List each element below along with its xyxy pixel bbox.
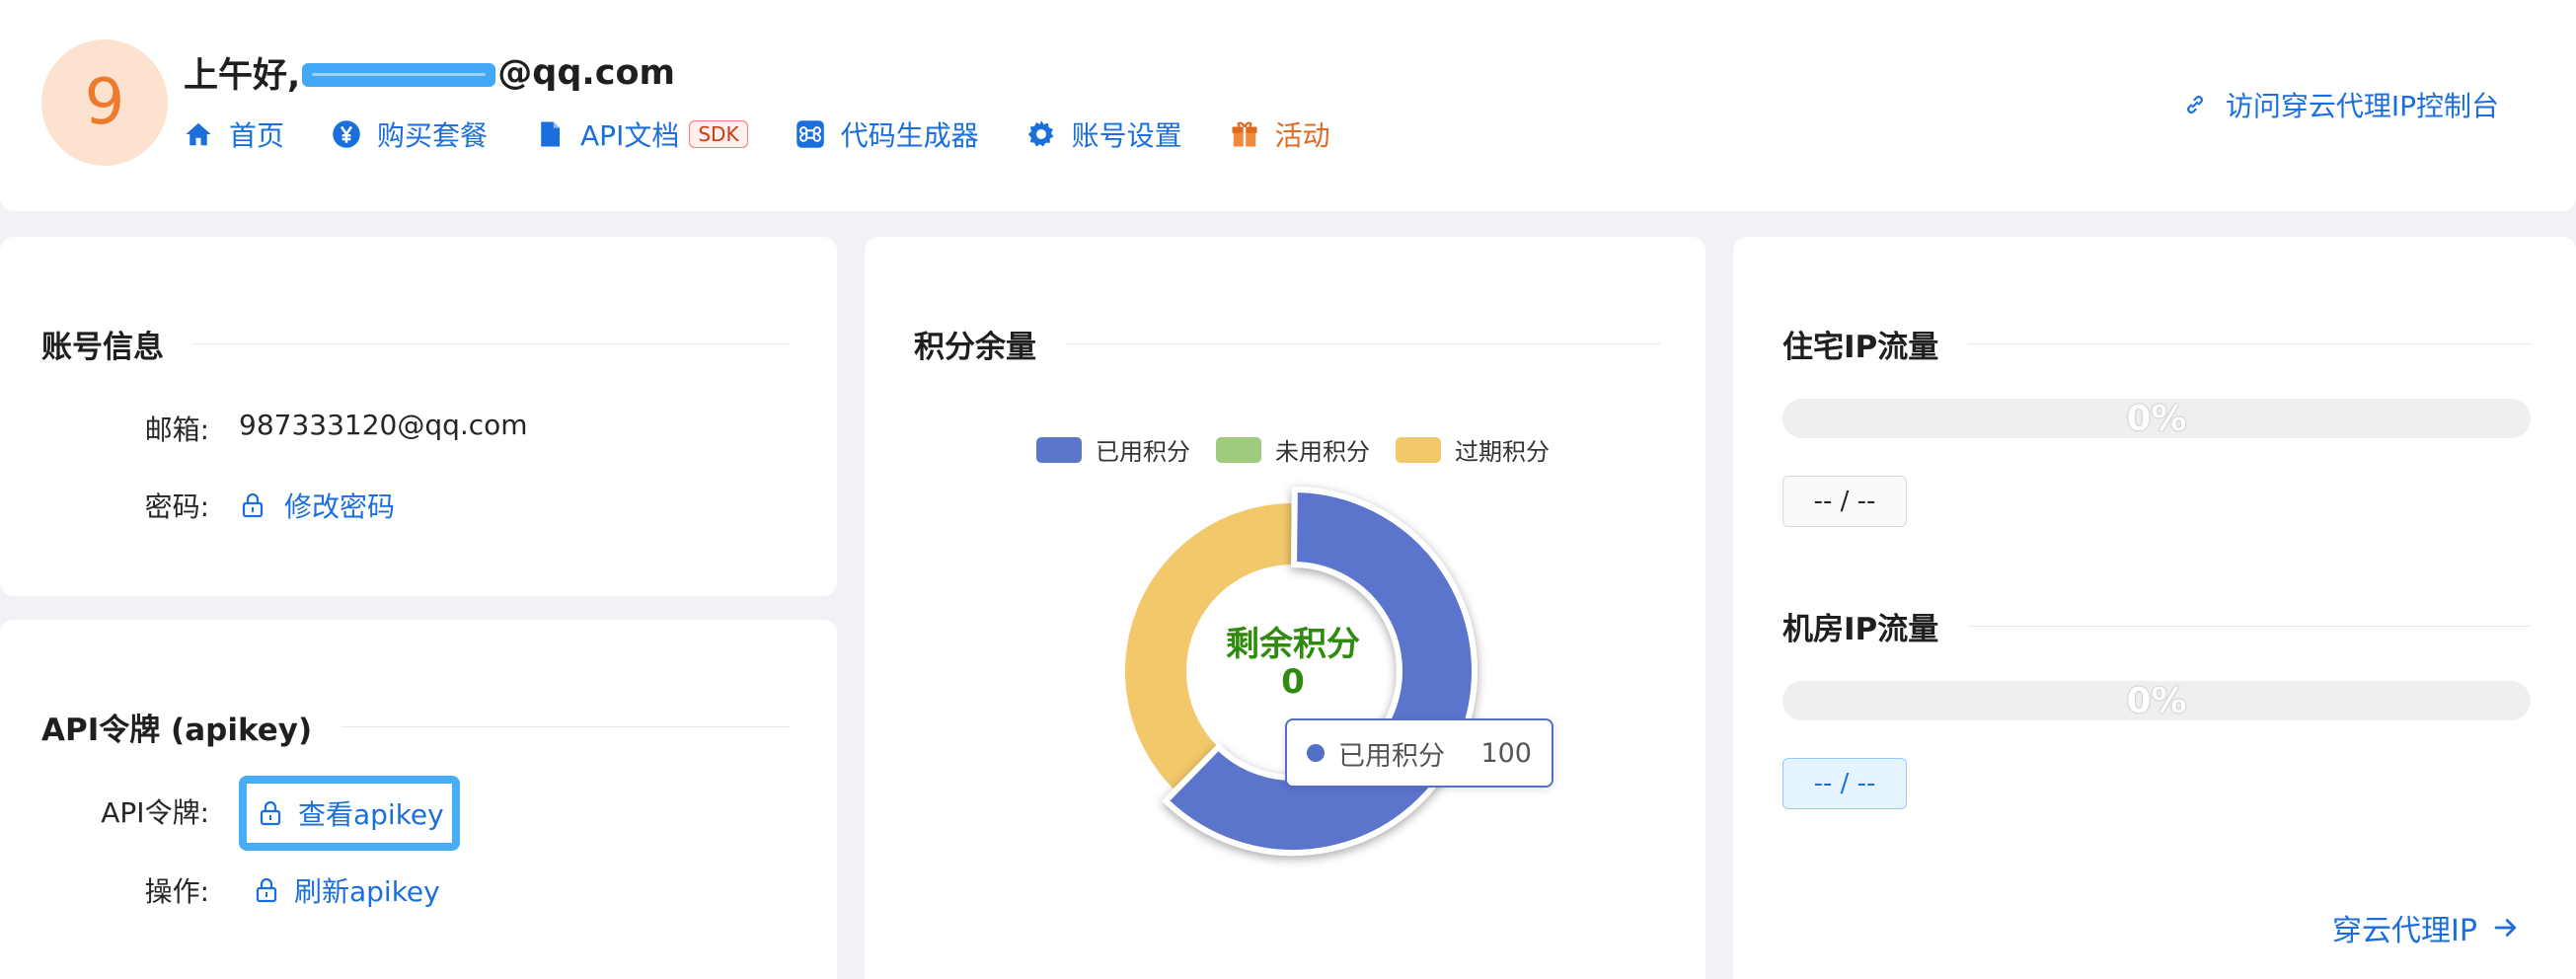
account-info-title: 账号信息 [41,322,790,366]
remaining-credits-value: 0 [1281,662,1305,702]
donut-center: 剩余积分 0 [1145,626,1441,701]
chart-legend: 已用积分 未用积分 过期积分 [1036,432,1575,467]
tooltip-label: 已用积分 [1338,740,1445,772]
apikey-title: API令牌 (apikey) [41,705,790,749]
password-label: 密码: [144,490,209,523]
nav-buy-plan[interactable]: 购买套餐 [332,114,488,154]
arrow-right-icon [2494,919,2517,937]
nav-label: 代码生成器 [840,119,979,152]
yen-icon [333,120,360,148]
datacenter-progress-text: 0% [2126,680,2187,721]
gear-icon [1027,120,1054,147]
home-icon [186,122,211,146]
datacenter-traffic-title-text: 机房IP流量 [1782,612,1939,647]
greeting: 上午好, @qq.com [184,47,675,98]
proxy-ip-link-label: 穿云代理IP [2332,914,2477,948]
legend-item-used[interactable]: 已用积分 [1036,432,1190,467]
legend-label: 已用积分 [1096,438,1190,466]
apikey-title-text: API令牌 (apikey) [41,713,313,748]
change-password-link[interactable]: 修改密码 [241,486,395,525]
datacenter-progress-bar: 0% [1782,680,2531,721]
nav-activity[interactable]: 活动 [1230,114,1330,154]
avatar[interactable]: 9 [41,39,168,166]
change-password-label: 修改密码 [284,490,396,523]
nav-home[interactable]: 首页 [184,114,284,154]
refresh-apikey-link[interactable]: 刷新apikey [255,870,440,910]
gift-icon [1232,121,1257,147]
residential-traffic-title-text: 住宅IP流量 [1782,330,1939,365]
nav-label: 首页 [229,119,285,152]
operation-label: 操作: [144,875,209,908]
lock-icon [260,800,281,826]
legend-item-expired[interactable]: 过期积分 [1396,432,1550,467]
remaining-credits-label: 剩余积分 [1226,625,1360,664]
proxy-ip-link[interactable]: 穿云代理IP [2332,906,2521,949]
nav-code-generator[interactable]: 代码生成器 [796,114,979,154]
nav-label: 购买套餐 [377,119,489,152]
lock-icon [256,877,277,903]
email-label: 邮箱: [144,414,209,446]
greeting-suffix: @qq.com [497,52,675,93]
command-icon [796,120,824,148]
nav-account-settings[interactable]: 账号设置 [1026,114,1182,154]
credits-title: 积分余量 [914,322,1660,366]
residential-progress-text: 0% [2126,398,2187,439]
datacenter-traffic-title: 机房IP流量 [1782,604,2531,648]
console-link-label: 访问穿云代理IP控制台 [2225,90,2499,122]
legend-label: 过期积分 [1455,438,1550,466]
nav-api-docs[interactable]: API文档 SDK [535,114,748,154]
legend-label: 未用积分 [1275,438,1370,466]
legend-swatch [1396,436,1441,463]
console-link[interactable]: 访问穿云代理IP控制台 [2182,85,2499,124]
doc-icon [541,121,561,147]
nav-label: 活动 [1274,119,1330,152]
legend-swatch [1036,436,1082,463]
chart-tooltip: 已用积分 100 [1285,718,1553,788]
redacted-email-mark [302,62,496,87]
tooltip-dot [1307,744,1325,762]
apikey-label: API令牌: [101,796,209,829]
nav-label: 账号设置 [1071,119,1182,152]
lock-icon [242,492,264,518]
legend-swatch [1216,436,1261,463]
sdk-badge[interactable]: SDK [689,120,748,148]
account-info-title-text: 账号信息 [41,330,164,365]
link-icon [2186,96,2203,113]
refresh-apikey-label: 刷新apikey [294,875,440,908]
header-bar: 9 上午好, @qq.com 首页 购买套餐 API文档 SDK 代码生成器 账… [0,0,2576,211]
residential-progress-bar: 0% [1782,398,2531,439]
residential-traffic-title: 住宅IP流量 [1782,322,2531,366]
view-apikey-button[interactable]: 查看apikey [239,776,460,851]
tooltip-value: 100 [1480,737,1532,769]
residential-usage-tag: -- / -- [1782,476,1907,527]
credits-title-text: 积分余量 [914,330,1036,365]
nav-label: API文档 [580,119,680,152]
view-apikey-label: 查看apikey [298,798,444,831]
legend-item-unused[interactable]: 未用积分 [1216,432,1370,467]
datacenter-usage-tag: -- / -- [1782,758,1907,809]
top-nav: 首页 购买套餐 API文档 SDK 代码生成器 账号设置 活动 [184,114,1378,154]
greeting-prefix: 上午好, [184,56,301,96]
email-value: 987333120@qq.com [239,409,528,441]
